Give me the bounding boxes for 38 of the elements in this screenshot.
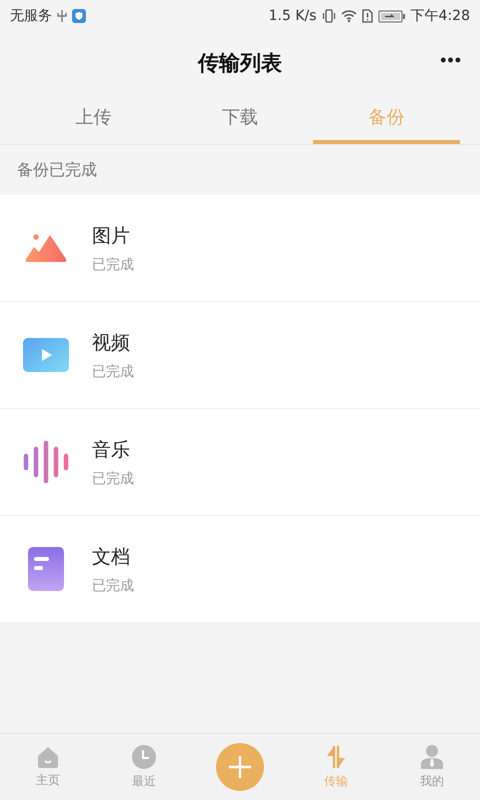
item-name: 文档 — [92, 544, 131, 570]
image-icon — [24, 233, 68, 263]
item-name: 视频 — [92, 330, 131, 356]
more-button[interactable]: ••• — [436, 46, 466, 75]
clock-icon — [132, 744, 156, 768]
add-button[interactable] — [216, 743, 264, 791]
network-speed: 1.5 K/s — [268, 8, 317, 24]
vibrate-icon — [322, 9, 336, 23]
usb-icon — [57, 9, 67, 23]
nav-tab[interactable]: 主页 — [0, 734, 96, 800]
shield-icon — [72, 9, 86, 23]
sim-alert-icon — [362, 9, 373, 23]
document-icon — [28, 547, 64, 591]
list-row[interactable]: 文档 已完成 — [0, 516, 480, 623]
list-row[interactable]: 音乐 已完成 — [0, 409, 480, 516]
item-status: 已完成 — [92, 470, 134, 488]
item-status: 已完成 — [92, 576, 134, 594]
carrier-text: 无服务 — [10, 7, 52, 25]
home-icon — [37, 746, 59, 768]
nav-tab[interactable]: 最近 — [96, 734, 192, 800]
list-row[interactable]: 视频 已完成 — [0, 302, 480, 409]
plus-icon — [228, 755, 252, 779]
video-icon — [23, 338, 69, 372]
nav-tab[interactable]: 我的 — [384, 734, 480, 800]
wifi-icon — [340, 9, 357, 23]
sound-wave-icon — [23, 440, 69, 484]
item-name: 音乐 — [92, 438, 131, 462]
item-status: 已完成 — [92, 362, 134, 380]
page-title: 传输列表 — [198, 50, 282, 77]
tab[interactable]: 下载 — [166, 94, 314, 144]
clock-time: 下午4:28 — [410, 7, 470, 25]
transfer-icon — [326, 744, 346, 768]
battery-icon — [378, 10, 406, 22]
list-row[interactable]: 图片 已完成 — [0, 195, 480, 302]
person-icon — [421, 744, 443, 768]
item-name: 图片 — [92, 224, 131, 248]
tab[interactable]: 上传 — [20, 94, 167, 144]
item-status: 已完成 — [92, 256, 134, 274]
